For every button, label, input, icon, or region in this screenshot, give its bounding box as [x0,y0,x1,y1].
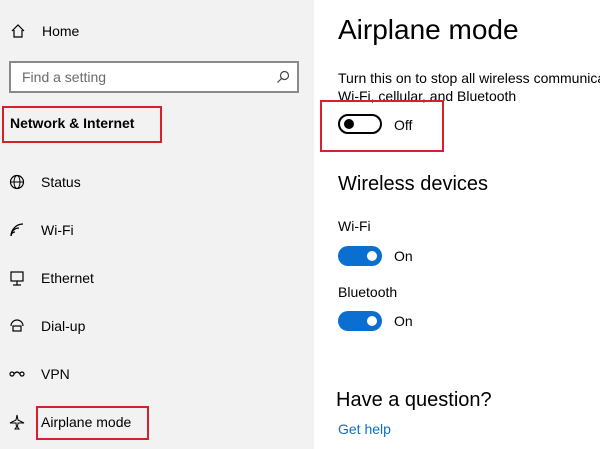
main-content: Airplane mode Turn this on to stop all w… [314,0,600,449]
bluetooth-toggle-state: On [394,313,413,329]
sidebar-item-vpn[interactable]: VPN [8,361,70,387]
settings-sidebar: Home Network & Internet Status Wi-Fi Eth… [0,0,314,449]
wifi-toggle-state: On [394,248,413,264]
sidebar-item-wifi[interactable]: Wi-Fi [8,217,74,243]
search-input[interactable] [11,63,261,91]
sidebar-item-ethernet[interactable]: Ethernet [8,265,94,291]
dialup-icon [8,317,26,335]
toggle-knob [367,316,377,326]
wifi-toggle[interactable] [338,246,382,266]
description-line-1: Turn this on to stop all wireless commun… [338,70,600,86]
home-nav-item[interactable]: Home [10,20,79,42]
sidebar-item-status[interactable]: Status [8,169,81,195]
wireless-devices-heading: Wireless devices [338,173,489,195]
bluetooth-toggle[interactable] [338,311,382,331]
toggle-knob [367,251,377,261]
page-title: Airplane mode [338,14,519,45]
search-icon[interactable] [275,69,291,85]
airplane-icon [8,413,26,431]
airplane-mode-highlight [36,406,149,440]
wifi-device-label: Wi-Fi [338,218,371,234]
section-title-highlight [2,106,162,143]
get-help-link[interactable]: Get help [338,421,391,437]
sidebar-item-label: Status [41,174,81,190]
globe-icon [8,173,26,191]
sidebar-item-dialup[interactable]: Dial-up [8,313,85,339]
sidebar-item-label: VPN [41,366,70,382]
vpn-icon [8,365,26,383]
bluetooth-device-label: Bluetooth [338,284,398,300]
sidebar-item-label: Dial-up [41,318,86,334]
sidebar-item-label: Ethernet [41,270,94,286]
ethernet-icon [8,269,26,287]
wifi-icon [8,221,26,239]
have-a-question-heading: Have a question? [336,389,492,411]
airplane-toggle-highlight [320,100,444,152]
home-label: Home [42,23,80,39]
search-box[interactable] [9,61,299,93]
sidebar-item-label: Wi-Fi [41,222,74,238]
home-icon [10,23,26,39]
